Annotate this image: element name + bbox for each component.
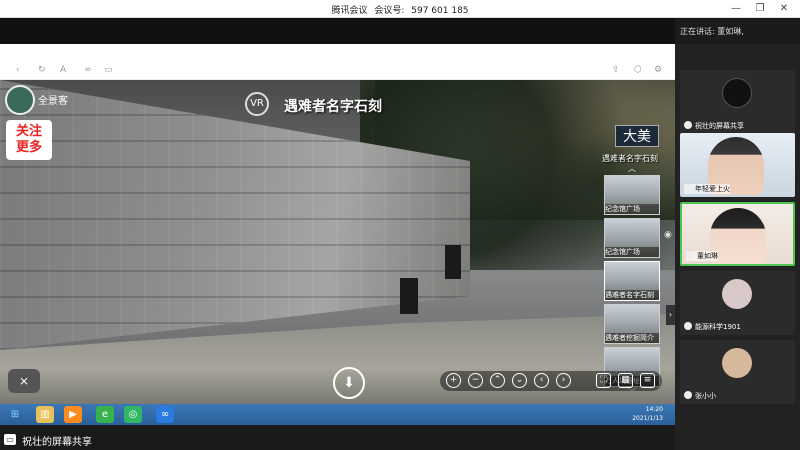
app-name: 腾讯会议 <box>331 6 368 16</box>
look-down-button[interactable]: ⌄ <box>512 373 527 388</box>
video-feed <box>710 208 766 264</box>
scene-caption: 遇难者挖掘简介 <box>605 333 659 343</box>
toolbar-strip <box>0 18 675 44</box>
download-icon[interactable]: ⬇ <box>333 367 365 399</box>
minimize-button[interactable]: — <box>728 2 744 16</box>
share-status-text: 祝壮的屏幕共享 <box>22 437 92 448</box>
follow-label: 关注 <box>15 124 42 139</box>
speaking-text: 正在讲话: 董如琳, <box>680 26 744 37</box>
participant-tile[interactable]: 能源科学1901 <box>680 271 795 335</box>
meeting-window: 腾讯会议 会议号: 597 601 185 — ❐ ✕ ‹ ↻ A ∞ ▭ ⇪ … <box>0 0 800 450</box>
clock-date: 2021/1/13 <box>632 415 663 422</box>
participant-tile[interactable]: 祝壮的屏幕共享 <box>680 70 795 134</box>
clock: 14:20 2021/1/13 <box>632 405 663 423</box>
scene-list: 大美 遇难者名字石刻 ︿ 纪念馆广场 纪念馆广场 遇难者名字石刻 遇难者挖掘简介… <box>600 125 663 397</box>
eye-icon[interactable]: ◉ <box>664 230 672 240</box>
brand-text: 全景客 <box>38 96 68 107</box>
avatar <box>722 348 752 378</box>
meeting-label: 会议号: <box>374 6 405 16</box>
speaking-label: 正在讲话: <box>680 27 715 36</box>
participant-name: 祝壮的屏幕共享 <box>684 121 744 131</box>
scene-thumbnail[interactable]: 遇难者挖掘简介 <box>604 304 660 344</box>
settings-icon[interactable]: ⚙ <box>654 65 662 75</box>
avatar <box>722 78 752 108</box>
panorama-title: 遇难者名字石刻 <box>284 99 382 115</box>
participant-tile[interactable]: 张小小 <box>680 340 795 404</box>
scene-thumbnail-active[interactable]: 遇难者名字石刻 <box>604 261 660 301</box>
menu-icon[interactable]: ≡ <box>640 373 655 388</box>
participant-video-tile[interactable]: 年轻爱上火 <box>680 133 795 197</box>
media-player-icon[interactable]: ▶ <box>64 406 82 423</box>
wechat-icon[interactable]: ◎ <box>124 406 142 423</box>
scene-thumbnail[interactable]: 纪念馆广场 <box>604 175 660 215</box>
panorama-logo-icon[interactable] <box>5 85 35 115</box>
refresh-icon[interactable]: ↻ <box>38 65 46 75</box>
explorer-icon[interactable]: ▥ <box>36 406 54 423</box>
follow-label-more: 更多 <box>15 140 42 155</box>
close-button[interactable]: ✕ <box>776 2 792 16</box>
follow-more-button[interactable]: 关注 更多 <box>6 120 52 160</box>
clock-time: 14:20 <box>645 406 663 413</box>
participant-name: 张小小 <box>684 391 716 401</box>
window-icon[interactable]: ▭ <box>104 65 113 75</box>
fullscreen-icon[interactable]: ⛶ <box>596 373 611 388</box>
back-icon[interactable]: ‹ <box>16 65 20 75</box>
start-icon[interactable]: ⊞ <box>6 406 24 423</box>
microphone-icon <box>684 184 692 192</box>
participant-name: 年轻爱上火 <box>684 184 730 194</box>
speaking-name: 董如琳, <box>717 27 744 36</box>
look-left-button[interactable]: ‹ <box>534 373 549 388</box>
microphone-muted-icon <box>684 322 692 330</box>
wall-gap <box>400 278 418 314</box>
maximize-button[interactable]: ❐ <box>752 2 768 16</box>
participant-name: 董如琳 <box>686 251 718 261</box>
scene-thumbnail[interactable]: 纪念馆广场 <box>604 218 660 258</box>
meeting-app-icon[interactable]: ∞ <box>156 406 174 423</box>
os-taskbar: ⊞ ▥ ▶ e ◎ ∞ 14:20 2021/1/13 <box>0 404 675 425</box>
vr-mode-icon[interactable]: ⨯ <box>8 369 40 393</box>
browser-icon[interactable]: e <box>96 406 114 423</box>
scene-caption: 纪念馆广场 <box>605 204 659 214</box>
participant-video-tile-active[interactable]: 董如琳 <box>680 202 795 266</box>
thumbnails-grid-icon[interactable]: ▦ <box>618 373 633 388</box>
participant-panel: 正在讲话: 董如琳, 祝壮的屏幕共享 年轻爱上火 董如琳 能源科学1901 张小… <box>675 18 800 450</box>
participant-name: 能源科学1901 <box>684 322 741 332</box>
zoom-out-button[interactable]: − <box>468 373 483 388</box>
speaking-indicator: 正在讲话: 董如琳, <box>675 18 800 44</box>
zoom-in-button[interactable]: + <box>446 373 461 388</box>
current-scene-title: 遇难者名字石刻 <box>602 154 658 163</box>
wall-gap <box>445 245 461 279</box>
look-right-button[interactable]: › <box>556 373 571 388</box>
avatar <box>722 279 752 309</box>
panorama-controls: ⨯ ⬇ + − ⌃ ⌄ ‹ › ⛶ ▦ ≡ <box>0 363 675 403</box>
look-up-button[interactable]: ⌃ <box>490 373 505 388</box>
panorama-view[interactable]: 全景客 关注 更多 VR 遇难者名字石刻 大美 遇难者名字石刻 ︿ 纪念馆广场 … <box>0 80 675 404</box>
scene-caption: 纪念馆广场 <box>605 247 659 257</box>
vr-goggles-icon[interactable]: VR <box>245 92 269 116</box>
shared-screen: ‹ ↻ A ∞ ▭ ⇪ ⬡ ⚙ 全景客 关注 更多 VR 遇难者名字石刻 大美 … <box>0 44 675 425</box>
scene-caption: 遇难者名字石刻 <box>605 290 659 300</box>
share-status: ▭ 祝壮的屏幕共享 <box>0 430 675 450</box>
screen-share-icon: ▭ <box>4 434 16 445</box>
scroll-up-icon[interactable]: ︿ <box>622 165 642 173</box>
link-icon[interactable]: ∞ <box>84 65 92 75</box>
microphone-muted-icon <box>684 391 692 399</box>
text-icon[interactable]: A <box>60 65 66 75</box>
meeting-id: 597 601 185 <box>411 6 469 16</box>
panel-toggle-icon[interactable]: › <box>666 305 675 325</box>
corner-brand: 大美 <box>615 125 659 147</box>
share-icon[interactable]: ⇪ <box>612 65 620 75</box>
cube-icon[interactable]: ⬡ <box>634 65 642 75</box>
title-bar: 腾讯会议 会议号: 597 601 185 — ❐ ✕ <box>0 0 800 18</box>
microphone-icon <box>686 251 694 259</box>
screen-share-icon <box>684 121 692 129</box>
browser-toolbar: ‹ ↻ A ∞ ▭ ⇪ ⬡ ⚙ <box>0 44 675 80</box>
control-bar: + − ⌃ ⌄ ‹ › ⛶ ▦ ≡ <box>440 371 662 391</box>
window-title: 腾讯会议 会议号: 597 601 185 <box>0 3 800 16</box>
